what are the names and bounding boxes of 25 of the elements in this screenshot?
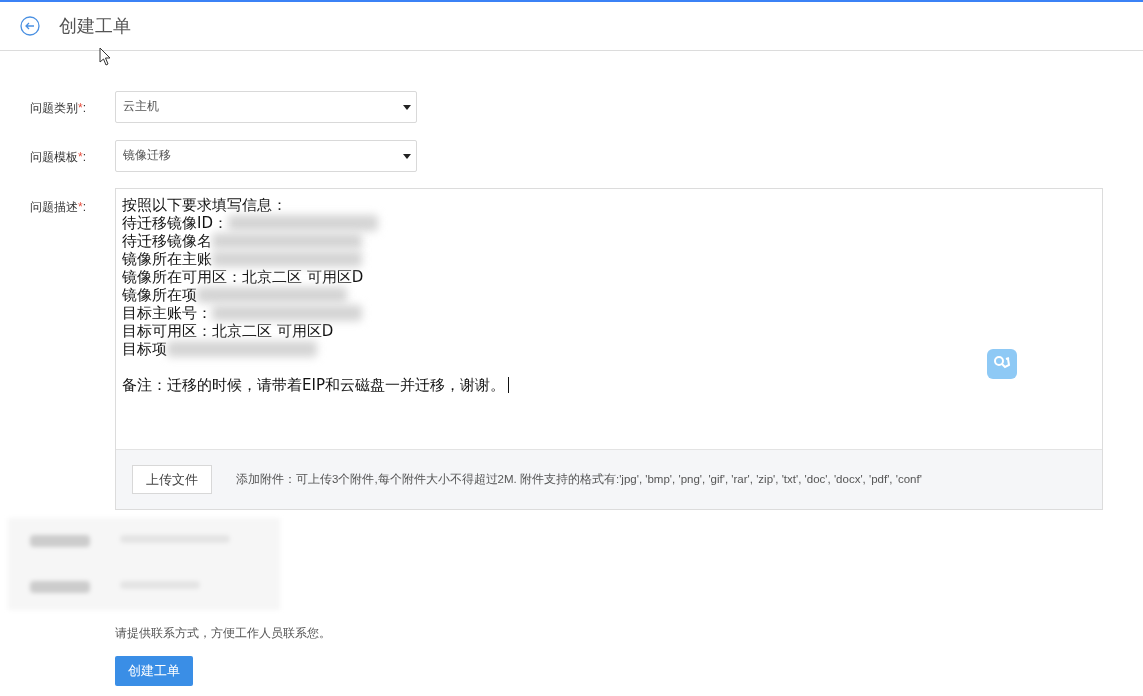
dropdown-caret-icon bbox=[403, 105, 411, 110]
description-line: 备注：迁移的时候，请带着EIP和云磁盘一并迁移，谢谢。 bbox=[122, 376, 505, 394]
page-title: 创建工单 bbox=[59, 14, 131, 38]
dropdown-caret-icon bbox=[403, 154, 411, 159]
description-line: 目标项 bbox=[122, 340, 167, 358]
select-field[interactable]: 云主机 bbox=[115, 91, 417, 123]
description-line: 待迁移镜像名 bbox=[122, 232, 212, 250]
translate-app-icon[interactable] bbox=[987, 349, 1017, 379]
text-cursor bbox=[507, 377, 509, 393]
mouse-cursor-icon bbox=[99, 47, 112, 66]
description-line: 镜像所在项 bbox=[122, 286, 197, 304]
field-label: 问题模板*: bbox=[30, 150, 86, 164]
description-line: 镜像所在主账 bbox=[122, 250, 212, 268]
back-icon[interactable] bbox=[20, 16, 40, 36]
description-line: 镜像所在可用区：北京二区 可用区D bbox=[122, 268, 364, 286]
contact-hint: 请提供联系方式，方便工作人员联系您。 bbox=[115, 626, 331, 640]
attachment-hint: 添加附件：可上传3个附件,每个附件大小不得超过2M. 附件支持的格式有:'jpg', 'bmp', 'png', 'gif', 'rar', 'zip', 'txt', 'doc', 'docx', 'pdf', 'conf' bbox=[236, 471, 922, 487]
description-line: 目标主账号： bbox=[122, 304, 212, 322]
upload-file-button[interactable]: 上传文件 bbox=[132, 465, 212, 494]
description-line: 按照以下要求填写信息： bbox=[122, 196, 287, 214]
description-line: 目标可用区：北京二区 可用区D bbox=[122, 322, 334, 340]
field-label: 问题类别*: bbox=[30, 101, 86, 115]
field-label: 问题描述*: bbox=[30, 200, 86, 214]
select-field[interactable]: 镜像迁移 bbox=[115, 140, 417, 172]
description-line: 待迁移镜像ID： bbox=[122, 214, 228, 232]
